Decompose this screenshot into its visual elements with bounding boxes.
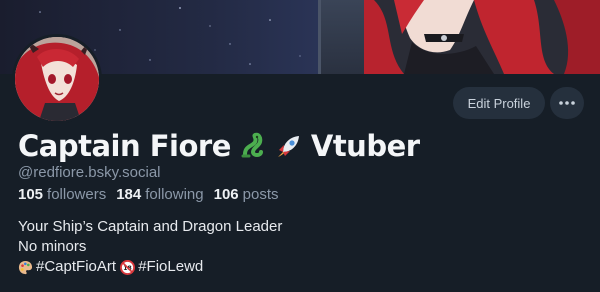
tag-fiolewd[interactable]: 18 #FioLewd bbox=[120, 257, 203, 277]
tag-captfioart[interactable]: #CaptFioArt bbox=[18, 257, 116, 277]
artist-palette-icon bbox=[18, 260, 33, 274]
ellipsis-icon bbox=[559, 101, 575, 105]
bio-line-1: Your Ship’s Captain and Dragon Leader bbox=[18, 218, 283, 235]
following-count: 184 bbox=[116, 186, 142, 203]
posts-count-group: 106 posts bbox=[214, 186, 279, 203]
profile-stats: 105 followers 184 following 106 posts bbox=[18, 186, 279, 203]
bio-line-2: No minors bbox=[18, 238, 87, 255]
display-name-text: Captain Fiore bbox=[18, 129, 231, 163]
following-link[interactable]: 184 following bbox=[116, 186, 203, 203]
followers-label: followers bbox=[47, 186, 107, 203]
dragon-icon bbox=[241, 132, 263, 158]
display-name: Captain Fiore Vtuber bbox=[18, 126, 420, 166]
more-options-button[interactable] bbox=[550, 87, 584, 119]
edit-profile-button[interactable]: Edit Profile bbox=[453, 87, 545, 119]
user-handle: @redfiore.bsky.social bbox=[18, 164, 161, 181]
banner-character-art bbox=[364, 0, 600, 74]
rocket-icon bbox=[277, 136, 299, 157]
avatar[interactable] bbox=[12, 34, 102, 124]
avatar-image bbox=[15, 37, 99, 121]
tag-fiolewd-text: #FioLewd bbox=[138, 258, 204, 275]
followers-count: 105 bbox=[18, 186, 44, 203]
followers-link[interactable]: 105 followers bbox=[18, 186, 106, 203]
display-name-suffix: Vtuber bbox=[310, 129, 420, 163]
posts-label: posts bbox=[242, 186, 279, 203]
no-one-under-eighteen-icon: 18 bbox=[120, 259, 136, 275]
posts-count: 106 bbox=[213, 186, 239, 203]
banner-window-frame bbox=[318, 0, 370, 74]
profile-bio: Your Ship’s Captain and Dragon Leader No… bbox=[18, 217, 282, 281]
bio-tags-line: #CaptFioArt 18 #FioLewd bbox=[18, 257, 282, 281]
following-label: following bbox=[145, 186, 204, 203]
tag-captfioart-text: #CaptFioArt bbox=[36, 258, 117, 275]
